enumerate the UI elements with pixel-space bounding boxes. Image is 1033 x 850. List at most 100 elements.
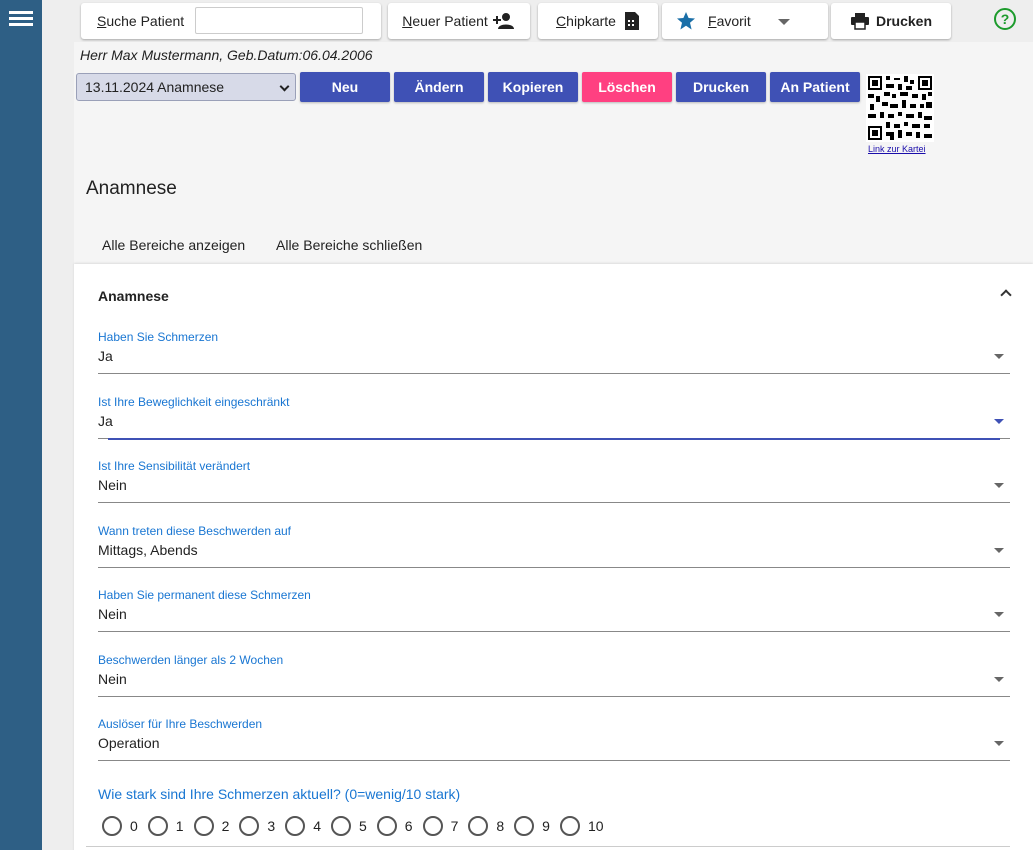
print-button-top[interactable]: Drucken [831,3,951,39]
radio-circle[interactable] [147,816,168,836]
add-person-icon [492,13,514,29]
radio-circle[interactable] [376,816,397,836]
panel-header: Anamnese [98,288,169,304]
field-duration[interactable]: Beschwerden länger als 2 Wochen Nein [98,653,1010,697]
radio-label: 6 [404,818,413,834]
close-all-sections-button[interactable]: Alle Bereiche schließen [276,237,422,253]
chevron-down-icon [994,741,1004,746]
field-value: Nein [98,606,127,622]
radio-label: 3 [267,818,276,834]
copy-record-button[interactable]: Kopieren [488,72,578,102]
radio-label: 2 [221,818,230,834]
field-label: Beschwerden länger als 2 Wochen [98,653,284,667]
radio-circle[interactable] [559,816,580,836]
page-title: Anamnese [86,178,177,199]
new-patient-button[interactable]: Neuer Patient [388,3,530,39]
send-to-patient-button[interactable]: An Patient [770,72,860,102]
field-label: Auslöser für Ihre Beschwerden [98,717,263,731]
chipcard-label: Chipkarte [556,13,616,29]
main-content: Herr Max Mustermann, Geb.Datum:06.04.200… [74,42,1033,850]
pain-radio-4[interactable]: 4 [285,816,321,836]
delete-record-button[interactable]: Löschen [582,72,672,102]
radio-circle[interactable] [514,816,535,836]
pain-radio-0[interactable]: 0 [102,816,138,836]
hamburger-menu-icon[interactable] [9,11,33,29]
pain-radio-2[interactable]: 2 [193,816,230,836]
radio-label: 8 [496,818,505,834]
record-select[interactable]: 13.11.2024 Anamnese [76,73,296,101]
field-value: Operation [98,735,160,751]
chevron-up-icon[interactable] [1000,289,1012,301]
chevron-down-icon [778,19,790,25]
field-permanent-pain[interactable]: Haben Sie permanent diese Schmerzen Nein [98,588,1010,632]
search-patient-label: Suche Patient [97,13,185,29]
field-pain[interactable]: Haben Sie Schmerzen Ja [98,330,1010,374]
radio-label: 10 [587,818,604,834]
chevron-down-icon [994,354,1004,359]
chevron-down-icon [994,419,1004,424]
favorite-label: Favorit [708,13,751,29]
show-all-sections-button[interactable]: Alle Bereiche anzeigen [102,237,245,253]
field-value: Nein [98,477,127,493]
chipcard-button[interactable]: Chipkarte [538,3,658,39]
favorite-dropdown[interactable]: Favorit [662,3,828,39]
field-label: Haben Sie permanent diese Schmerzen [98,588,311,602]
search-patient-group: Suche Patient [81,3,381,39]
field-label: Wann treten diese Beschwerden auf [98,524,292,538]
field-mobility[interactable]: Ist Ihre Beweglichkeit eingeschränkt Ja [98,395,1010,440]
pain-scale-question: Wie stark sind Ihre Schmerzen aktuell? (… [98,786,461,802]
field-trigger[interactable]: Auslöser für Ihre Beschwerden Operation [98,717,1010,761]
field-label: Ist Ihre Sensibilität verändert [98,459,251,473]
anamnese-panel: Anamnese Haben Sie Schmerzen Ja Ist Ihre… [74,264,1033,850]
radio-circle[interactable] [468,816,489,836]
pain-radio-3[interactable]: 3 [239,816,275,836]
sidebar [0,0,42,850]
printer-icon [850,13,869,30]
record-select-value: 13.11.2024 Anamnese [85,79,225,95]
qr-code-icon[interactable] [866,74,934,142]
pain-radio-7[interactable]: 7 [422,816,458,836]
pain-radio-1[interactable]: 1 [147,816,184,836]
field-label: Haben Sie Schmerzen [98,330,219,344]
radio-label: 5 [358,818,367,834]
radio-circle[interactable] [102,816,122,836]
sim-card-icon [624,12,639,30]
radio-label: 4 [313,818,321,834]
top-toolbar: Suche Patient Neuer Patient Chipkarte Fa… [42,0,1033,42]
print-record-button[interactable]: Drucken [676,72,766,102]
pain-scale-radio-group: 0 1 2 3 4 5 6 7 8 9 10 [102,814,614,838]
edit-record-button[interactable]: Ändern [394,72,484,102]
search-patient-input[interactable] [195,7,363,34]
patient-info: Herr Max Mustermann, Geb.Datum:06.04.200… [80,47,373,63]
pain-radio-9[interactable]: 9 [514,816,550,836]
focus-underline [108,438,1000,440]
field-value: Nein [98,671,127,687]
field-complaint-time[interactable]: Wann treten diese Beschwerden auf Mittag… [98,524,1010,568]
field-sensibility[interactable]: Ist Ihre Sensibilität verändert Nein [98,459,1010,503]
help-icon[interactable]: ? [994,8,1016,30]
field-value: Mittags, Abends [98,542,198,558]
radio-circle[interactable] [330,816,351,836]
pain-radio-10[interactable]: 10 [559,816,604,836]
radio-circle[interactable] [193,816,214,836]
radio-circle[interactable] [285,816,306,836]
print-label-top: Drucken [875,13,933,29]
field-value: Ja [98,348,113,364]
radio-label: 1 [175,818,184,834]
new-patient-label: Neuer Patient [402,13,488,29]
field-label: Ist Ihre Beweglichkeit eingeschränkt [98,395,290,409]
pain-radio-5[interactable]: 5 [330,816,367,836]
chevron-down-icon [994,548,1004,553]
new-record-button[interactable]: Neu [300,72,390,102]
pain-radio-6[interactable]: 6 [376,816,413,836]
radio-label: 0 [130,818,138,834]
star-icon [677,12,695,30]
chevron-down-icon [994,612,1004,617]
field-value: Ja [98,413,113,429]
radio-circle[interactable] [239,816,260,836]
qr-link[interactable]: Link zur Kartei [868,144,926,154]
pain-radio-8[interactable]: 8 [468,816,504,836]
chevron-down-icon [279,81,290,92]
radio-circle[interactable] [422,816,443,836]
chevron-down-icon [994,677,1004,682]
